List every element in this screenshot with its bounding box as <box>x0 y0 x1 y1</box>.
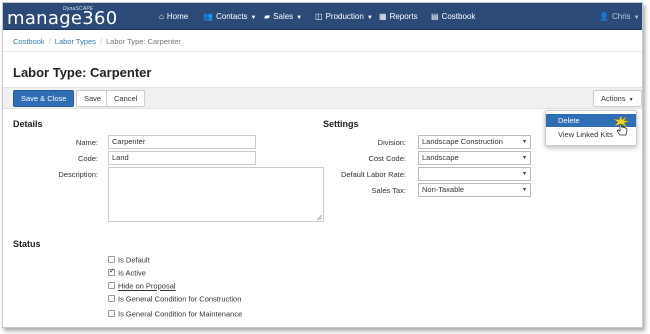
cost-code-label: Cost Code: <box>368 154 406 163</box>
home-icon: ⌂ <box>159 12 164 21</box>
nav-sales-label: Sales <box>273 12 294 21</box>
gc-maintenance-option[interactable]: Is General Condition for Maintenance <box>108 309 242 319</box>
breadcrumb-current: Labor Type: Carpenter <box>106 37 181 46</box>
is-default-label: Is Default <box>118 255 150 265</box>
name-label: Name: <box>75 138 98 147</box>
nav-reports-label: Reports <box>389 12 418 21</box>
nav-contacts[interactable]: 👥 Contacts ▼ <box>203 3 257 30</box>
toolbar: Save & Close Save Cancel Actions ▼ <box>3 87 642 109</box>
cost-code-value: Landscape <box>422 153 459 162</box>
division-label: Division: <box>377 138 406 147</box>
nav-reports[interactable]: ▦ Reports <box>379 3 418 30</box>
chevron-down-icon: ▼ <box>366 15 373 21</box>
sales-tax-label: Sales Tax: <box>371 186 406 195</box>
sales-tax-value: Non-Taxable <box>422 185 465 194</box>
select-arrow-icon: ▼ <box>522 171 527 177</box>
save-button[interactable]: Save <box>76 90 110 107</box>
labor-rate-label: Default Labor Rate: <box>340 170 406 179</box>
is-default-checkbox[interactable] <box>108 255 115 263</box>
is-active-option[interactable]: Is Active <box>108 267 146 278</box>
gc-construction-checkbox[interactable] <box>108 294 115 302</box>
nav-user-menu[interactable]: 👤 Chris ▼ <box>599 3 640 30</box>
user-icon: 👤 <box>599 12 609 21</box>
nav-contacts-label: Contacts <box>215 12 248 21</box>
sales-tax-select[interactable]: Non-Taxable ▼ <box>418 183 531 197</box>
nav-sales[interactable]: ▰ Sales ▼ <box>264 3 302 30</box>
nav-costbook[interactable]: ▤ Costbook <box>431 3 475 30</box>
nav-production-label: Production <box>325 12 364 21</box>
hide-on-proposal-checkbox[interactable] <box>108 281 115 289</box>
brand-name: manage360 <box>7 8 118 29</box>
divider <box>3 51 642 52</box>
app-window: DynaSCAPE manage360 ⌂ Home 👥 Contacts ▼ ▰ Sa… <box>2 2 643 328</box>
gc-construction-option[interactable]: Is General Condition for Construction <box>108 294 241 304</box>
briefcase-icon: ▰ <box>264 12 271 21</box>
select-arrow-icon: ▼ <box>522 139 527 145</box>
breadcrumb-costbook[interactable]: Costbook <box>13 37 45 46</box>
nav-home[interactable]: ⌂ Home <box>159 3 188 30</box>
breadcrumb: Costbook / Labor Types / Labor Type: Carpent… <box>13 37 181 46</box>
chevron-down-icon: ▼ <box>250 15 257 21</box>
nav-costbook-label: Costbook <box>441 12 476 21</box>
binoculars-icon: ◫ <box>315 12 323 21</box>
code-field[interactable]: Land <box>108 151 256 165</box>
chevron-down-icon: ▼ <box>633 15 640 21</box>
is-active-checkbox[interactable] <box>108 267 115 276</box>
labor-rate-select[interactable]: ▼ <box>418 167 531 181</box>
breadcrumb-separator: / <box>99 37 103 46</box>
resize-grip-icon[interactable] <box>316 214 322 220</box>
division-value: Landscape Construction <box>422 137 503 146</box>
nav-home-label: Home <box>166 12 189 21</box>
top-navbar: DynaSCAPE manage360 ⌂ Home 👥 Contacts ▼ ▰ Sa… <box>3 3 642 30</box>
nav-user-label: Chris <box>611 12 631 21</box>
save-close-button[interactable]: Save & Close <box>13 90 75 107</box>
nav-production[interactable]: ◫ Production ▼ <box>315 3 373 30</box>
chevron-down-icon: ▼ <box>296 15 303 21</box>
division-select[interactable]: Landscape Construction ▼ <box>418 135 531 149</box>
code-label: Code: <box>77 154 98 163</box>
hand-cursor-icon <box>614 116 630 136</box>
select-arrow-icon: ▼ <box>522 155 527 161</box>
status-heading: Status <box>13 239 41 249</box>
details-heading: Details <box>13 119 43 129</box>
is-default-option[interactable]: Is Default <box>108 255 150 265</box>
users-icon: 👥 <box>203 12 213 21</box>
select-arrow-icon: ▼ <box>522 187 527 193</box>
breadcrumb-labor-types[interactable]: Labor Types <box>55 37 96 46</box>
description-textarea[interactable] <box>108 167 324 222</box>
brand-logo[interactable]: DynaSCAPE manage360 <box>7 5 153 29</box>
name-field[interactable]: Carpenter <box>108 135 256 149</box>
gc-maintenance-label: Is General Condition for Maintenance <box>118 309 243 319</box>
hide-on-proposal-option[interactable]: Hide on Proposal <box>108 281 176 291</box>
page-title: Labor Type: Carpenter <box>13 65 152 80</box>
chart-icon: ▦ <box>379 12 387 21</box>
breadcrumb-separator: / <box>48 37 51 46</box>
description-label: Description: <box>58 170 98 179</box>
hide-on-proposal-label: Hide on Proposal <box>118 281 176 291</box>
actions-button[interactable]: Actions ▼ <box>593 90 642 107</box>
is-active-label: Is Active <box>118 268 146 278</box>
cancel-button[interactable]: Cancel <box>106 90 146 107</box>
actions-label: Actions <box>601 94 626 103</box>
settings-heading: Settings <box>323 119 359 129</box>
gc-maintenance-checkbox[interactable] <box>108 309 115 317</box>
chevron-down-icon: ▼ <box>628 97 634 103</box>
cost-code-select[interactable]: Landscape ▼ <box>418 151 531 165</box>
gc-construction-label: Is General Condition for Construction <box>118 294 242 304</box>
book-icon: ▤ <box>431 12 439 21</box>
